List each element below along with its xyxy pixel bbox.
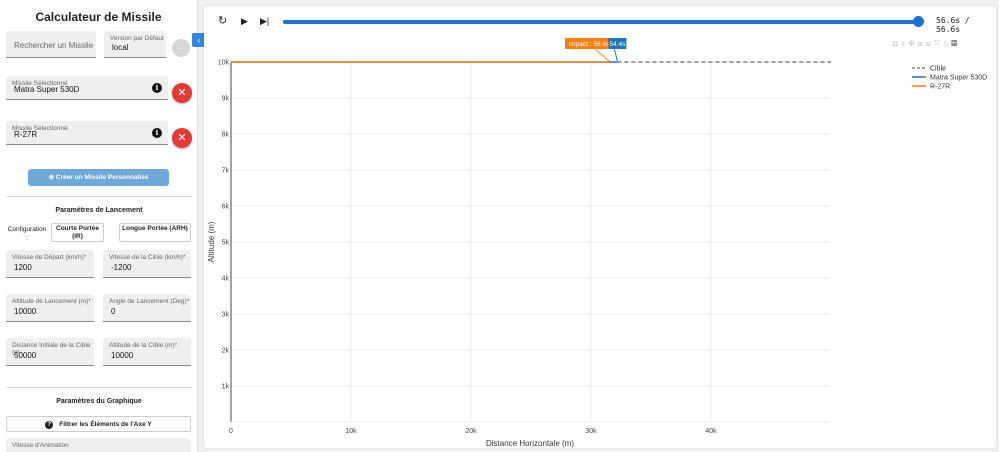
target-distance-field[interactable]: Distance Initiale de la Cible (m 50000 — [6, 338, 94, 366]
x-tick-label: 0 — [229, 428, 233, 435]
field-label: Angle de Lancement (Deg)* — [109, 298, 190, 305]
y-tick-label: 4k — [222, 276, 230, 283]
search-placeholder: Rechercher un Missile — [14, 41, 94, 50]
create-missile-button[interactable]: ⊕ Créer un Missile Personnalisé — [28, 169, 169, 186]
time-slider-track[interactable] — [283, 20, 919, 24]
legend-label[interactable]: Matra Super 530D — [930, 75, 987, 82]
app-title: Calculateur de Missile — [35, 10, 162, 24]
version-label: Version par Défaut — [110, 35, 164, 42]
y-tick-label: 8k — [222, 132, 230, 139]
filter-label: Filtrer les Éléments de l'Axe Y — [59, 421, 152, 428]
y-tick-label: 2k — [222, 348, 230, 355]
divider — [6, 387, 192, 388]
sidebar: Calculateur de Missile Rechercher un Mis… — [0, 0, 198, 452]
config-label: Configuration : — [7, 226, 47, 242]
target-altitude-field[interactable]: Altitude de la Cible (m)* 10000 — [103, 338, 191, 366]
missile2-value: R-27R — [14, 130, 38, 139]
divider — [6, 196, 192, 197]
info-icon[interactable]: i — [152, 83, 162, 93]
y-tick-label: 3k — [222, 312, 230, 319]
impact-annotation-arrow-2 — [613, 48, 618, 62]
missile1-field[interactable]: Missile Sélectionné Matra Super 530D i — [6, 76, 168, 100]
legend-label[interactable]: Cible — [930, 66, 946, 73]
add-circle-icon: ⊕ — [48, 174, 55, 181]
launch-altitude-field[interactable]: Altitude de Lancement (m)* 10000 — [6, 294, 94, 322]
y-tick-label: 1k — [222, 384, 230, 391]
help-icon: ? — [45, 421, 54, 429]
impact-annotation-label: Impact : 56.6s — [569, 41, 611, 48]
time-slider-handle[interactable] — [913, 16, 924, 27]
y-tick-label: 5k — [222, 240, 230, 247]
field-label: Vitesse de la Cible (km/h)* — [109, 254, 186, 261]
target-speed-field[interactable]: Vitesse de la Cible (km/h)* -1200 — [103, 250, 191, 278]
missile2-field[interactable]: Missile Sélectionné R-27R i — [6, 121, 168, 145]
y-tick-label: 10k — [218, 60, 230, 67]
play-icon[interactable]: ▶ — [241, 16, 248, 27]
version-value: local — [112, 43, 129, 52]
version-select[interactable]: Version par Défaut local — [104, 31, 166, 58]
filter-y-axis-button[interactable]: ? Filtrer les Éléments de l'Axe Y — [6, 416, 191, 432]
config-long-range-button[interactable]: Longue Portée (ARH) — [119, 223, 191, 242]
graph-params-title: Paramètres du Graphique — [56, 398, 142, 405]
back-arrow-button[interactable]: ← — [172, 39, 190, 57]
skip-end-icon[interactable]: ▶| — [260, 16, 269, 27]
x-axis-title: Distance Horizontale (m) — [486, 439, 574, 448]
field-label: Vitesse de Départ (km/h)* — [12, 254, 87, 261]
y-tick-label: 7k — [222, 168, 230, 175]
launch-params-title: Paramètres de Lancement — [55, 207, 143, 214]
field-value: 10000 — [14, 307, 37, 316]
config-short-range-button[interactable]: Courte Portée (IR) — [51, 223, 104, 242]
legend-label[interactable]: R-27R — [930, 84, 950, 91]
remove-missile1-button[interactable]: ✕ — [172, 83, 192, 103]
field-label: Altitude de la Cible (m)* — [109, 342, 178, 349]
y-axis-title: Altitude (m) — [207, 221, 216, 262]
restart-icon[interactable]: ↻ — [218, 14, 227, 27]
field-label: Vitesse d'Animation — [12, 442, 69, 449]
y-tick-label: 9k — [222, 96, 230, 103]
info-icon[interactable]: i — [152, 128, 162, 138]
x-tick-label: 20k — [465, 428, 477, 435]
search-input[interactable]: Rechercher un Missile — [6, 31, 96, 58]
field-value: 0 — [111, 307, 116, 316]
trajectory-chart: 0 10k 20k 30k 40k 1k 2k 3k 4k 5k 6k 7k 8k 9k 10k Distan… — [207, 38, 987, 448]
field-value: 1200 — [14, 263, 32, 272]
launch-speed-field[interactable]: Vitesse de Départ (km/h)* 1200 — [6, 250, 94, 278]
x-tick-label: 10k — [345, 428, 357, 435]
field-value: 10000 — [111, 351, 134, 360]
x-tick-label: 40k — [705, 428, 717, 435]
field-label: Altitude de Lancement (m)* — [12, 298, 91, 305]
remove-missile2-button[interactable]: ✕ — [172, 128, 192, 148]
impact-annotation-arrow — [594, 48, 610, 62]
animation-speed-field[interactable]: Vitesse d'Animation — [6, 438, 191, 452]
create-missile-label: Créer un Missile Personnalisé — [55, 174, 149, 181]
y-tick-label: 6k — [222, 204, 230, 211]
x-tick-label: 30k — [585, 428, 597, 435]
field-value: -1200 — [111, 263, 132, 272]
impact-annotation-label-2: 54.4s — [609, 41, 626, 48]
field-value: 50000 — [14, 351, 37, 360]
launch-angle-field[interactable]: Angle de Lancement (Deg)* 0 — [103, 294, 191, 322]
missile1-value: Matra Super 530D — [14, 85, 80, 94]
